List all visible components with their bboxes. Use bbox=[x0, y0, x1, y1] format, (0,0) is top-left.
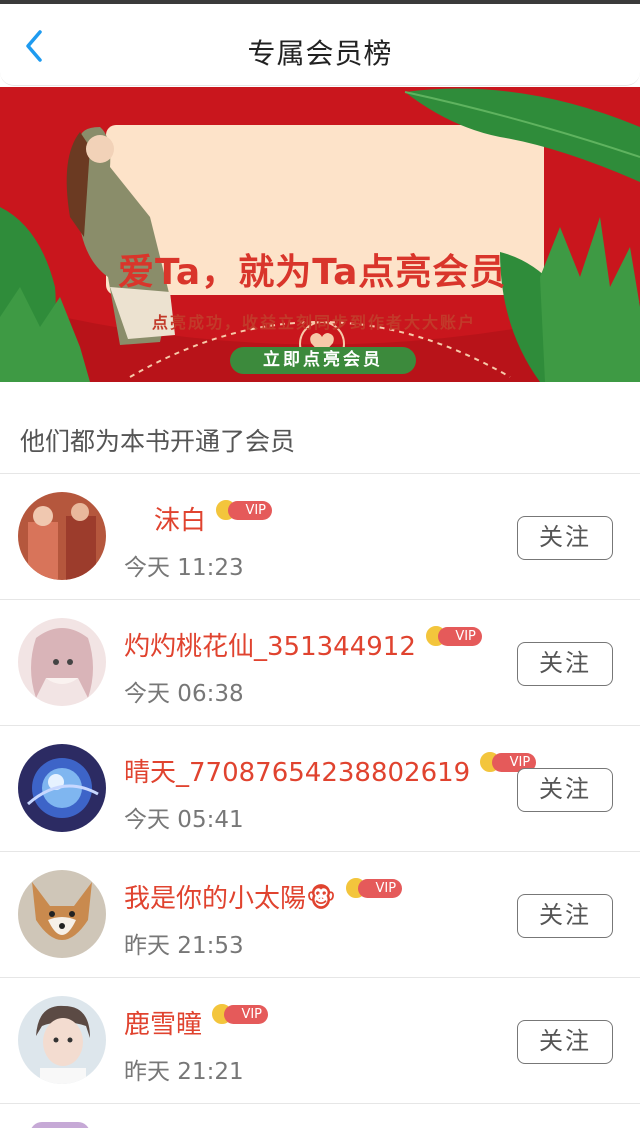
avatar[interactable] bbox=[18, 996, 106, 1084]
banner-illustration bbox=[0, 87, 640, 382]
vip-badge: VIP bbox=[344, 876, 403, 900]
banner-subtitle: 点亮成功，收益立刻同步到作者大大账户 bbox=[152, 313, 477, 332]
follow-button[interactable]: 关注 bbox=[517, 894, 613, 938]
member-name-line[interactable]: 晴天_77087654238802619 VIP bbox=[124, 750, 537, 789]
member-time: 今天 06:38 bbox=[124, 681, 244, 707]
list-item: 鹿雪瞳 VIP 昨天 21:21 关注 bbox=[0, 978, 640, 1104]
member-time: 今天 05:41 bbox=[124, 807, 244, 833]
follow-button[interactable]: 关注 bbox=[517, 516, 613, 560]
avatar[interactable] bbox=[18, 744, 106, 832]
member-list: 沫白 VIP 今天 11:23 关注 灼灼桃花仙_351344912 VIP 今天 … bbox=[0, 474, 640, 1104]
member-name-line[interactable]: 灼灼桃花仙_351344912 VIP bbox=[124, 624, 482, 663]
list-item: 沫白 VIP 今天 11:23 关注 bbox=[0, 474, 640, 600]
list-item: 我是你的小太陽🐵 VIP 昨天 21:53 关注 bbox=[0, 852, 640, 978]
member-name: 灼灼桃花仙_351344912 bbox=[124, 632, 416, 662]
vip-badge: VIP bbox=[214, 498, 273, 522]
follow-button[interactable]: 关注 bbox=[517, 768, 613, 812]
avatar[interactable] bbox=[18, 618, 106, 706]
avatar-image bbox=[18, 744, 106, 832]
member-name-line[interactable]: 鹿雪瞳 VIP bbox=[124, 1002, 269, 1041]
avatar-image bbox=[18, 870, 106, 958]
page-title: 专属会员榜 bbox=[247, 37, 393, 70]
avatar-image bbox=[18, 618, 106, 706]
member-time: 昨天 21:21 bbox=[124, 1059, 244, 1085]
member-name-line[interactable]: 我是你的小太陽🐵 VIP bbox=[124, 876, 403, 915]
member-name: 鹿雪瞳 bbox=[124, 1010, 203, 1040]
member-time: 今天 11:23 bbox=[124, 555, 244, 581]
section-title: 他们都为本书开通了会员 bbox=[20, 427, 296, 456]
section-header: 他们都为本书开通了会员 bbox=[0, 382, 640, 474]
banner-title: 爱Ta，就为Ta点亮会员 bbox=[118, 252, 507, 293]
avatar-image bbox=[18, 996, 106, 1084]
navigation-bar: 专属会员榜 bbox=[0, 4, 640, 86]
promo-banner[interactable]: 爱Ta，就为Ta点亮会员 点亮成功，收益立刻同步到作者大大账户 立即点亮会员 bbox=[0, 87, 640, 382]
member-name: 沫白 bbox=[154, 506, 207, 536]
light-up-membership-button[interactable]: 立即点亮会员 bbox=[230, 347, 416, 374]
member-name-line[interactable]: 沫白 VIP bbox=[154, 498, 273, 537]
vip-badge: VIP bbox=[210, 1002, 269, 1026]
vip-badge: VIP bbox=[423, 624, 482, 648]
member-name: 晴天_77087654238802619 bbox=[124, 758, 471, 788]
list-item: 灼灼桃花仙_351344912 VIP 今天 06:38 关注 bbox=[0, 600, 640, 726]
follow-button[interactable]: 关注 bbox=[517, 1020, 613, 1064]
member-name: 我是你的小太陽🐵 bbox=[124, 884, 337, 914]
member-time: 昨天 21:53 bbox=[124, 933, 244, 959]
follow-button[interactable]: 关注 bbox=[517, 642, 613, 686]
avatar[interactable] bbox=[18, 870, 106, 958]
avatar[interactable] bbox=[30, 1122, 90, 1128]
avatar-image bbox=[18, 492, 106, 580]
avatar[interactable] bbox=[18, 492, 106, 580]
list-item: 晴天_77087654238802619 VIP 今天 05:41 关注 bbox=[0, 726, 640, 852]
